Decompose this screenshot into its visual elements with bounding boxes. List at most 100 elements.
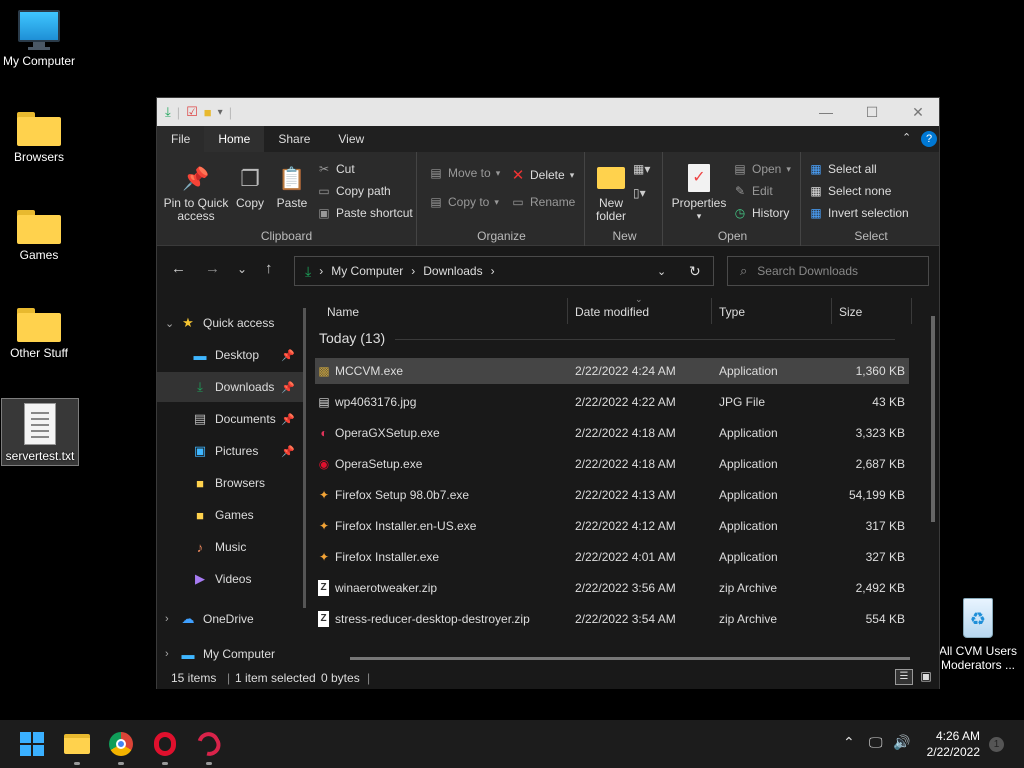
large-icons-view-icon[interactable]: ▣ [917,669,935,685]
opera-setup-icon: ◉ [318,457,330,471]
pin-quick-access-button[interactable]: 📌 Pin to Quick access [163,162,229,223]
tab-home[interactable]: Home [204,126,265,152]
new-folder-icon[interactable]: ■ [204,105,212,120]
maximize-button[interactable]: ☐ [849,98,895,126]
minimize-button[interactable]: — [803,98,849,126]
pin-icon[interactable]: 📌 [281,413,295,426]
nav-item-pictures[interactable]: ▣ Pictures 📌 [157,436,303,466]
file-row[interactable]: ✦ Firefox Installer.en-US.exe 2/22/2022 4:… [315,513,909,539]
cut-button[interactable]: ✂ Cut [317,162,355,176]
tab-share[interactable]: Share [264,126,324,152]
file-row[interactable]: ▤ wp4063176.jpg 2/22/2022 4:22 AM JPG File 4… [315,389,909,415]
nav-item-downloads[interactable]: ⤓ Downloads 📌 [157,372,303,402]
expand-chevron-icon[interactable]: › [165,613,179,625]
file-type: Application [719,488,778,502]
tab-view[interactable]: View [324,126,378,152]
file-row[interactable]: ✦ Firefox Setup 98.0b7.exe 2/22/2022 4:13 … [315,482,909,508]
recent-chevron-icon[interactable]: ⌄ [237,262,247,276]
back-arrow-icon[interactable]: ← [171,260,186,277]
file-row[interactable]: ▩ MCCVM.exe 2/22/2022 4:24 AM Application 1,… [315,358,909,384]
desktop-icon-other-stuff[interactable]: Other Stuff [0,308,78,360]
taskbar-opera[interactable] [151,730,179,758]
folder-icon [17,210,61,244]
file-name: Firefox Setup 98.0b7.exe [335,488,470,502]
properties-icon: ✓ [669,162,729,194]
move-to-button[interactable]: ▤ Move to ▾ [429,166,500,180]
expand-chevron-icon[interactable]: ⌄ [165,317,179,330]
pin-icon[interactable]: 📌 [281,349,295,362]
select-all-button[interactable]: ▦ Select all [809,162,876,176]
file-row[interactable]: Zstress-reducer-desktop-destroyer.zip 2/2… [315,606,909,632]
nav-item-games[interactable]: ■ Games [157,500,303,530]
taskbar: ⌃ 🖵 🔊 4:26 AM 2/22/2022 1 [0,720,1024,768]
file-date-modified: 2/22/2022 4:12 AM [575,519,676,533]
chevron-down-icon: ▾ [786,163,791,174]
column-name[interactable]: Name [327,305,359,319]
nav-item-onedrive[interactable]: › ☁ OneDrive [157,604,303,634]
file-row[interactable]: ◉ OperaSetup.exe 2/22/2022 4:18 AM Applicat… [315,451,909,477]
file-list: Name Date modified ⌄ Type Size Today (13… [315,198,939,670]
pin-icon[interactable]: 📌 [281,445,295,458]
pin-icon[interactable]: 📌 [281,381,295,394]
chevron-up-icon[interactable]: ⌃ [902,131,911,144]
edit-button[interactable]: ✎ Edit [733,184,773,198]
help-icon[interactable]: ? [921,131,937,147]
nav-item-my-computer[interactable]: › ▬ My Computer [157,644,303,664]
file-size: 1,360 KB [855,364,905,378]
properties-icon[interactable]: ☑ [186,104,198,120]
column-size[interactable]: Size [839,305,862,319]
group-header[interactable]: Today (13) [319,330,385,346]
up-arrow-icon[interactable]: ↑ [265,260,273,277]
nav-item-browsers[interactable]: ■ Browsers [157,468,303,498]
download-icon: ⤓ [305,262,312,279]
nav-item-quick-access[interactable]: ⌄ ★ Quick access [157,308,303,338]
column-type[interactable]: Type [719,305,745,319]
open-button[interactable]: ▤ Open ▾ [733,162,791,176]
chevron-down-icon[interactable]: ▾ [218,107,223,118]
file-date-modified: 2/22/2022 4:13 AM [575,488,676,502]
notification-badge[interactable]: 1 [989,737,1004,752]
file-size: 43 KB [872,395,905,409]
desktop-icon-servertest[interactable]: servertest.txt [1,398,79,466]
tab-file[interactable]: File [157,126,205,152]
taskbar-opera-gx[interactable] [193,728,225,760]
nav-item-music[interactable]: ♪ Music [157,532,303,562]
nav-item-desktop[interactable]: ▬ Desktop 📌 [157,340,303,370]
desktop-icon-recycle-bin[interactable]: ♻ All CVM Users Moderators ... [936,598,1020,672]
select-none-button[interactable]: ▦ Select none [809,184,891,198]
new-item-icon[interactable]: ▦▾ [633,162,650,176]
file-size: 2,492 KB [855,581,905,595]
file-row[interactable]: ◐ OperaGXSetup.exe 2/22/2022 4:18 AM Applic… [315,420,909,446]
desktop-icon-games[interactable]: Games [0,210,78,262]
taskbar-chrome[interactable] [107,730,135,758]
copy-button[interactable]: ❐ Copy [233,162,267,210]
desktop-icon-my-computer[interactable]: My Computer [0,10,78,68]
clock[interactable]: 4:26 AM 2/22/2022 [927,728,980,760]
file-list-vertical-scrollbar[interactable] [931,316,935,522]
navigation-pane: ⌄ ★ Quick access ▬ Desktop 📌 ⤓ Downloads… [157,308,307,662]
start-button[interactable] [18,730,46,758]
column-date-modified[interactable]: Date modified [575,305,649,319]
copy-path-button[interactable]: ▭ Copy path [317,184,390,198]
details-view-icon[interactable]: ☰ [895,669,913,685]
desktop-icon-browsers[interactable]: Browsers [0,112,78,164]
nav-pane-scrollbar[interactable] [303,308,306,608]
nav-item-documents[interactable]: ▤ Documents 📌 [157,404,303,434]
volume-icon[interactable]: 🔊 [893,734,910,751]
file-row[interactable]: ✦ Firefox Installer.exe 2/22/2022 4:01 AM A… [315,544,909,570]
show-hidden-icons-icon[interactable]: ⌃ [843,734,855,751]
network-icon[interactable]: 🖵 [869,734,883,751]
expand-chevron-icon[interactable]: › [165,648,179,660]
file-row[interactable]: Zwinaerotweaker.zip 2/22/2022 3:56 AM zip … [315,575,909,601]
desktop-icon-label: Browsers [13,150,64,164]
explorer-window: ⤓ | ☑ ■ ▾ | — ☐ ✕ File Home Share View ⌃… [156,97,940,689]
forward-arrow-icon[interactable]: → [205,260,220,277]
title-bar[interactable]: ⤓ | ☑ ■ ▾ | — ☐ ✕ [157,98,939,126]
delete-button[interactable]: ✕ Delete ▾ [511,166,575,184]
file-list-horizontal-scrollbar[interactable] [350,657,910,660]
taskbar-file-explorer[interactable] [63,730,91,758]
nav-item-videos[interactable]: ▶ Videos [157,564,303,594]
new-folder-icon [591,162,631,194]
paste-button[interactable]: 📋 Paste [273,162,311,210]
close-button[interactable]: ✕ [895,98,941,126]
